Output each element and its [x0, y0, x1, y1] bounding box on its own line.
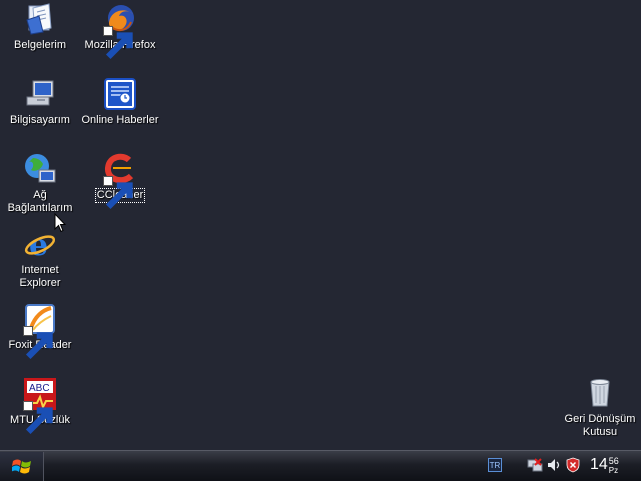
start-button[interactable]	[0, 452, 44, 481]
security-shield-icon[interactable]	[565, 457, 581, 473]
desktop-icon-ccleaner[interactable]: CCleaner	[80, 152, 160, 210]
network-status-icon[interactable]	[527, 457, 543, 473]
online-news-icon	[103, 77, 137, 111]
shortcut-arrow-icon	[23, 401, 53, 435]
desktop-icon-mtu-sozluk[interactable]: ABC MTU Sözlük	[0, 377, 80, 435]
icon-label: Internet Explorer	[19, 264, 61, 289]
desktop-icon-online-haberler[interactable]: Online Haberler	[80, 77, 160, 127]
clock-day: Pz	[608, 466, 619, 475]
svg-text:e: e	[29, 228, 48, 261]
network-icon	[23, 152, 57, 186]
desktop[interactable]: Belgelerim Mozilla Firefox Bilgisayarım	[0, 0, 641, 450]
taskbar	[0, 450, 641, 481]
taskbar-clock[interactable]: 14 56 Pz	[590, 454, 619, 478]
shortcut-arrow-icon	[23, 326, 53, 360]
icon-label: Online Haberler	[81, 114, 159, 126]
clock-minute: 56	[608, 456, 619, 466]
shortcut-arrow-icon	[103, 26, 133, 60]
foxit-icon	[23, 302, 57, 360]
ie-icon: e	[23, 227, 57, 261]
svg-text:ABC: ABC	[29, 383, 50, 394]
firefox-icon	[103, 2, 137, 60]
desktop-icon-ag-baglantilarim[interactable]: Ağ Bağlantılarım	[0, 152, 80, 215]
icon-label: Ağ Bağlantılarım	[7, 189, 73, 214]
mouse-cursor-icon	[54, 213, 66, 233]
documents-icon	[23, 2, 57, 36]
desktop-icon-bilgisayarim[interactable]: Bilgisayarım	[0, 77, 80, 127]
desktop-icon-mozilla-firefox[interactable]: Mozilla Firefox	[80, 2, 160, 60]
desktop-icon-foxit-reader[interactable]: Foxit Reader	[0, 302, 80, 360]
icon-label: Bilgisayarım	[10, 114, 70, 126]
shortcut-arrow-icon	[103, 176, 133, 210]
desktop-icon-geri-donusum-kutusu[interactable]: Geri Dönüşüm Kutusu	[560, 376, 640, 439]
recycle-bin-icon	[583, 376, 617, 410]
language-indicator[interactable]: TR	[488, 458, 502, 472]
clock-hour: 14	[590, 456, 608, 473]
icon-label: Belgelerim	[14, 39, 66, 51]
computer-icon	[23, 77, 57, 111]
desktop-icon-belgelerim[interactable]: Belgelerim	[0, 2, 80, 52]
icon-label: Geri Dönüşüm Kutusu	[564, 413, 636, 438]
windows-logo-icon	[11, 459, 31, 473]
ccleaner-icon	[103, 152, 137, 210]
mtu-dictionary-icon: ABC	[23, 377, 57, 435]
volume-icon[interactable]	[546, 457, 562, 473]
desktop-icon-internet-explorer[interactable]: e Internet Explorer	[0, 227, 80, 290]
